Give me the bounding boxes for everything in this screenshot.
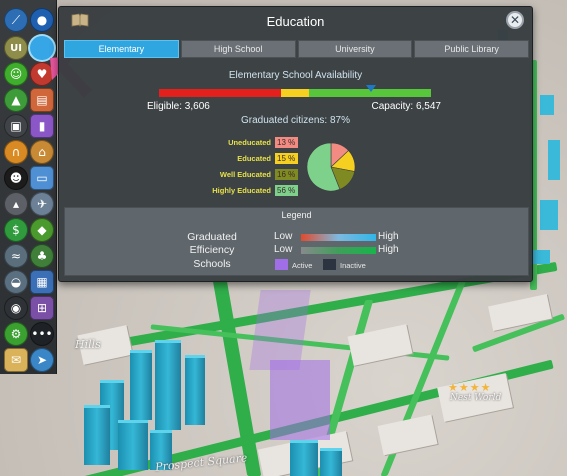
building-lot [530, 250, 550, 264]
legend-high-label: High [378, 244, 399, 255]
building-lot [540, 200, 558, 230]
panel-title: Education [266, 13, 325, 29]
chat-icon[interactable]: ••• [30, 322, 54, 346]
water-level-icon[interactable]: ◒ [4, 270, 28, 294]
headphones-icon[interactable]: ∩ [4, 140, 28, 164]
eligible-label: Eligible: 3,606 [147, 101, 210, 112]
edu-row-uneducated: Uneducated 13 % [199, 136, 298, 149]
education-pie-chart [306, 142, 356, 192]
happy-icon[interactable]: ☺ [4, 62, 28, 86]
tourism-icon[interactable]: ✈ [30, 192, 54, 216]
building-tower [118, 420, 148, 470]
road-icon[interactable]: ⟋ [4, 8, 28, 32]
capacity-marker [366, 85, 377, 92]
camera-icon[interactable]: ◉ [4, 296, 28, 320]
edu-row-educated: Educated 15 % [199, 152, 298, 165]
tab-elementary[interactable]: Elementary [64, 40, 179, 58]
graduated-citizens: Graduated citizens: 87% [241, 115, 350, 126]
mail-icon[interactable]: ✉ [4, 348, 28, 372]
legend-high-label: High [378, 231, 399, 242]
education-panel: Education ✕ Elementary High School Unive… [58, 6, 533, 282]
money-icon[interactable]: $ [4, 218, 28, 242]
legend-efficiency-label: Efficiency [189, 244, 235, 256]
tab-high-school[interactable]: High School [180, 40, 296, 58]
edu-pct: 56 % [275, 185, 298, 196]
garbage-icon[interactable]: ▮ [30, 114, 54, 138]
edu-row-well-educated: Well Educated 16 % [199, 168, 298, 181]
pollution-icon[interactable]: ▴ [4, 192, 28, 216]
water-icon[interactable]: ● [30, 8, 54, 32]
building-tower [155, 340, 181, 430]
police-icon[interactable]: ▣ [4, 114, 28, 138]
edu-label: Educated [237, 154, 271, 163]
book-icon [71, 13, 89, 27]
edu-label: Uneducated [228, 138, 271, 147]
edu-label: Highly Educated [212, 186, 271, 195]
edu-pct: 16 % [275, 169, 298, 180]
legend-low-label: Low [274, 231, 293, 242]
map-label-hills: Hills [75, 338, 101, 351]
edu-pct: 15 % [275, 153, 298, 164]
building-tower [185, 355, 205, 425]
districts-icon[interactable]: ⊞ [30, 296, 54, 320]
availability-bar [159, 89, 431, 97]
city-info-icon[interactable]: ▦ [30, 270, 54, 294]
legend: Legend Graduated Efficiency Schools Low … [64, 207, 529, 276]
rating-stars: ★★★★ [448, 381, 492, 394]
building-tower [320, 448, 342, 476]
building-tower [84, 405, 110, 465]
map-label-nest-world: Nest World [450, 393, 502, 403]
inactive-label: Inactive [340, 261, 366, 270]
crime-icon[interactable]: ☻ [4, 166, 28, 190]
active-label: Active [292, 261, 313, 270]
inactive-swatch [323, 259, 336, 270]
fish-icon[interactable]: ➤ [30, 348, 54, 372]
tab-bar: Elementary High School University Public… [64, 40, 529, 58]
city-block [377, 414, 438, 456]
tab-university[interactable]: University [297, 40, 413, 58]
legend-title: Legend [281, 210, 312, 220]
close-button[interactable]: ✕ [506, 11, 524, 29]
building-tower [130, 350, 152, 420]
close-icon: ✕ [509, 13, 521, 27]
building-lot [540, 95, 554, 115]
graduated-gradient [301, 234, 376, 241]
legend-graduated-label: Graduated [187, 231, 237, 243]
tab-public-library[interactable]: Public Library [414, 40, 529, 58]
efficiency-gradient [301, 247, 376, 254]
panel-header[interactable]: Education ✕ [59, 7, 532, 35]
legend-low-label: Low [274, 244, 293, 255]
settings-icon[interactable]: ⚙ [4, 322, 28, 346]
building-tower [290, 440, 318, 476]
edu-label: Well Educated [219, 170, 271, 179]
school-highlight [270, 360, 330, 440]
availability-title: Elementary School Availability [228, 70, 363, 81]
transport-icon[interactable]: ▭ [30, 166, 54, 190]
building-lot [548, 140, 560, 180]
active-swatch [275, 259, 288, 270]
fire-icon[interactable]: ⌂ [30, 140, 54, 164]
nature-icon[interactable]: ♣ [30, 244, 54, 268]
legend-schools-label: Schools [193, 258, 231, 270]
edu-row-highly-educated: Highly Educated 56 % [199, 184, 298, 197]
capacity-label: Capacity: 6,547 [371, 101, 442, 112]
wind-icon[interactable]: ≈ [4, 244, 28, 268]
school-highlight [249, 290, 311, 370]
ui-toggle-icon[interactable]: UI [4, 36, 28, 60]
landvalue-icon[interactable]: ◆ [30, 218, 54, 242]
edu-pct: 13 % [275, 137, 298, 148]
park-icon[interactable]: ▲ [4, 88, 28, 112]
